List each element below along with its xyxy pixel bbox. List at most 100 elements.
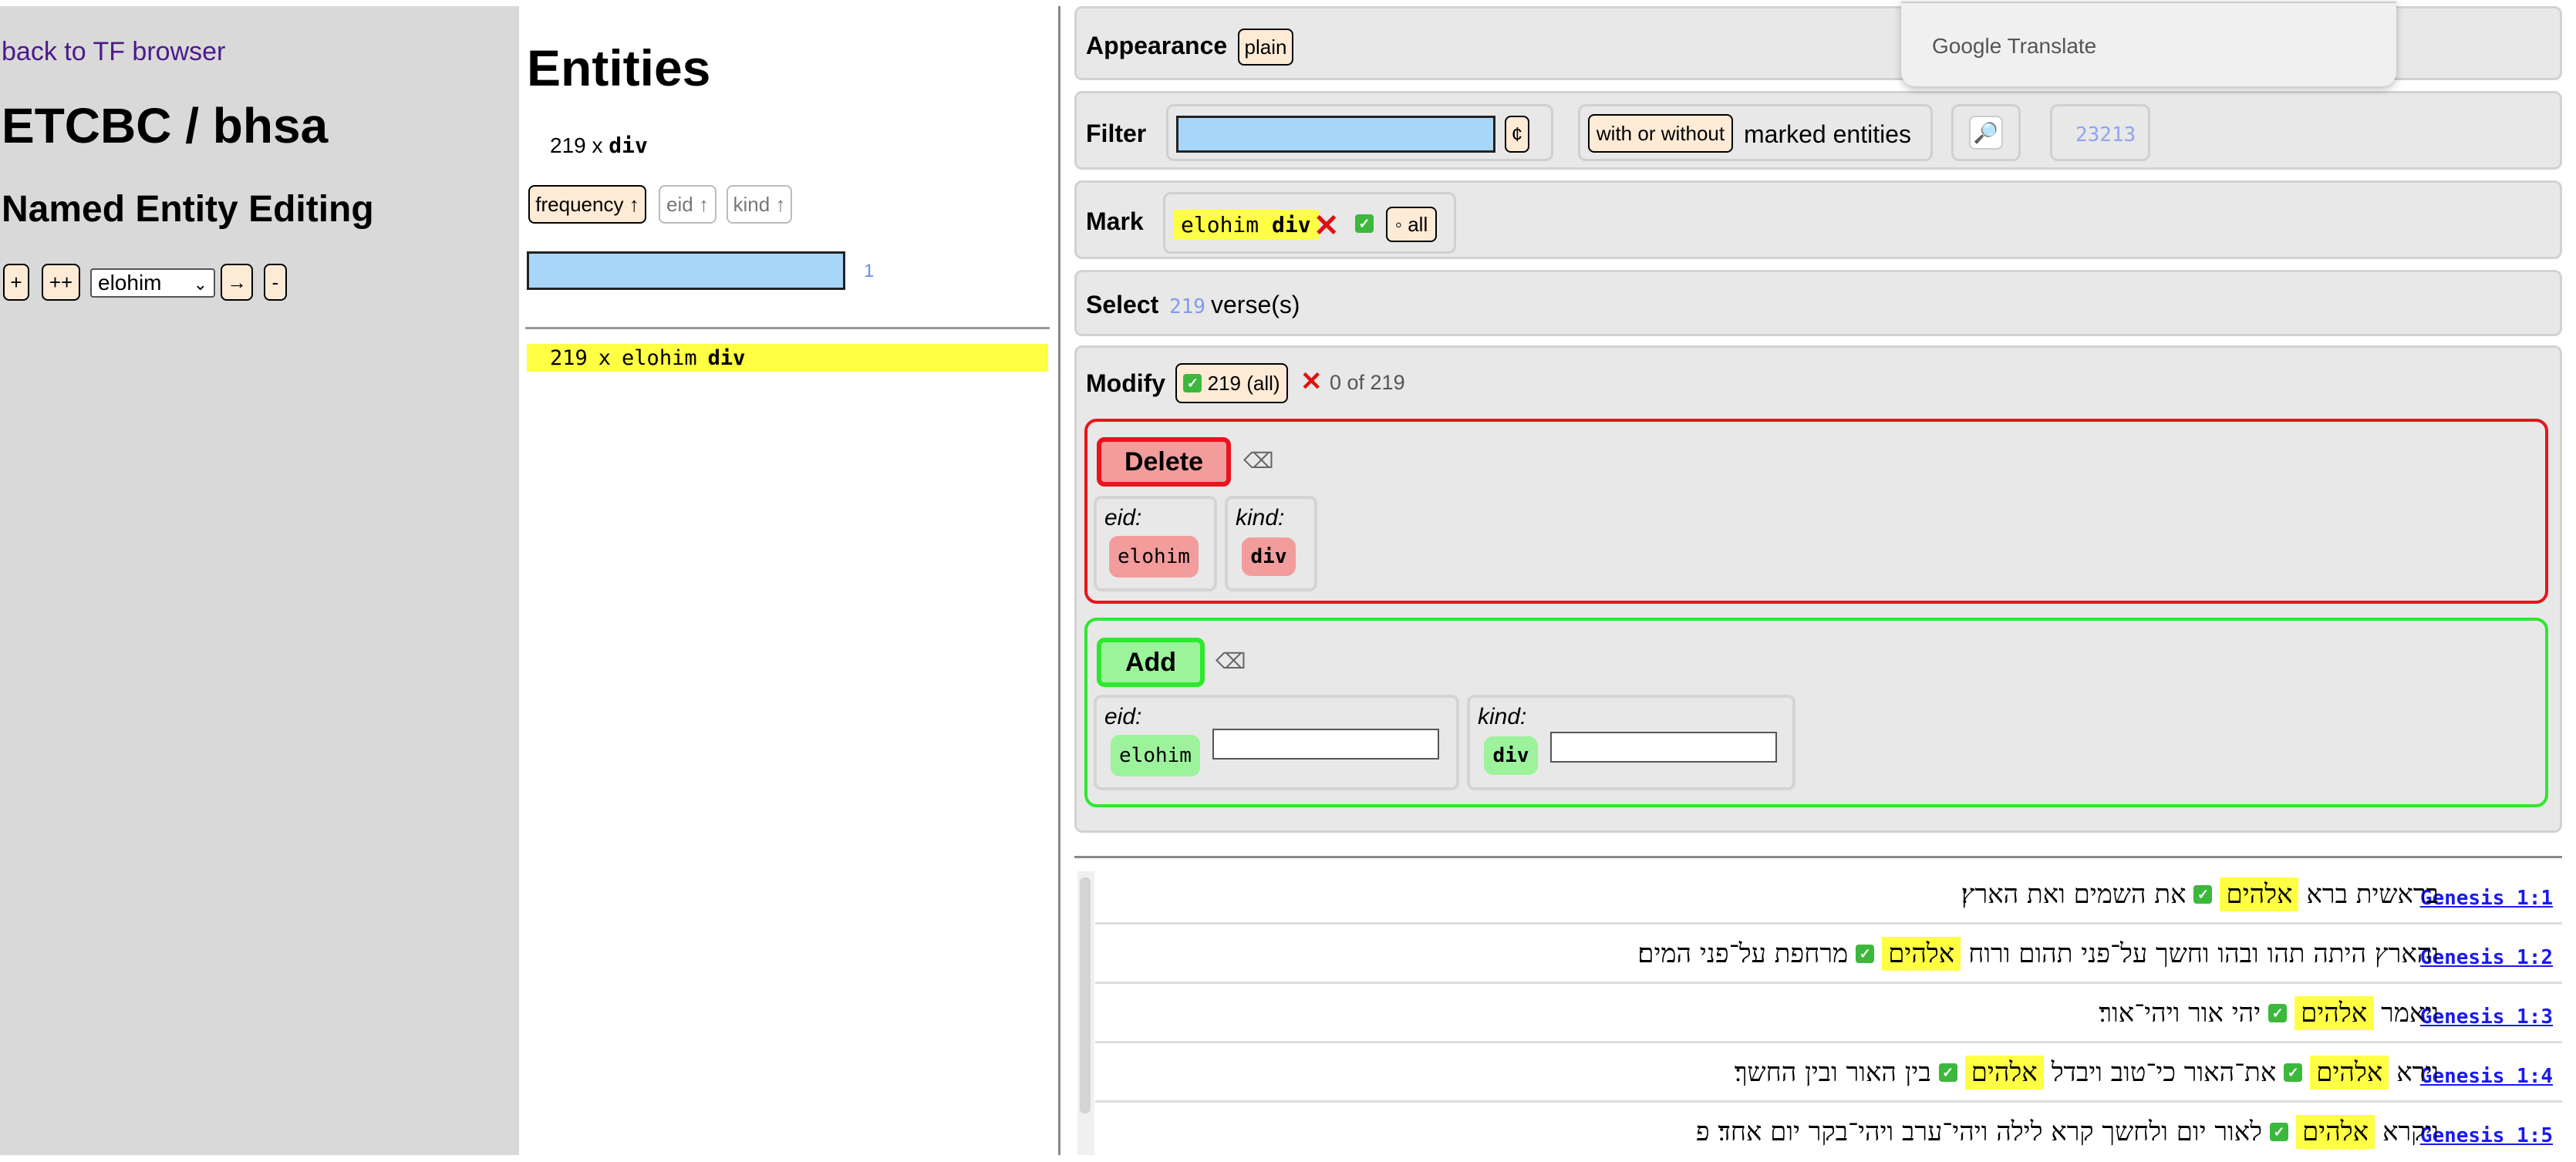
checkbox-checked-icon[interactable]: ✓: [2270, 1123, 2289, 1141]
modify-all-button[interactable]: ✓ 219 (all): [1175, 363, 1288, 403]
entity-highlight[interactable]: אלהים: [1882, 937, 1961, 971]
verse-row: Genesis 1:5 ויקרא אלהים ✓ לאור יום ולחשך…: [1095, 1104, 2562, 1162]
sort-eid-button[interactable]: eid ↑: [659, 185, 716, 224]
checkbox-checked-icon[interactable]: ✓: [2284, 1063, 2303, 1082]
add-eid-tag[interactable]: elohim: [1111, 735, 1200, 776]
delete-kind-tag[interactable]: div: [1242, 537, 1296, 576]
checkbox-checked-icon[interactable]: ✓: [2193, 885, 2213, 904]
plus-plus-button[interactable]: ++: [42, 264, 80, 301]
clear-icon[interactable]: ⌫: [1243, 448, 1274, 473]
verse-text: וירא אלהים ✓ את־האור כי־טוב ויבדל אלהים …: [1735, 1056, 2439, 1090]
filter-input[interactable]: [1176, 116, 1495, 153]
summary-count: 219: [550, 133, 586, 157]
entity-highlight[interactable]: אלהים: [2294, 996, 2374, 1030]
delete-kind-label: kind:: [1236, 505, 1285, 530]
delete-eid-label: eid:: [1104, 505, 1142, 530]
delete-button[interactable]: Delete: [1097, 437, 1231, 487]
unmark-x-icon[interactable]: ✕: [1313, 208, 1340, 244]
entity-highlight[interactable]: אלהים: [2220, 877, 2299, 911]
filter-label: Filter: [1086, 120, 1147, 147]
cent-button[interactable]: ¢: [1505, 116, 1529, 153]
back-to-tf-browser-link[interactable]: back to TF browser: [2, 37, 225, 67]
mark-entity-chip[interactable]: elohim div: [1173, 210, 1319, 239]
add-eid-label: eid:: [1104, 704, 1142, 729]
entity-eid: elohim: [622, 345, 697, 370]
minus-button[interactable]: -: [264, 264, 287, 301]
clear-icon[interactable]: ⌫: [1216, 648, 1246, 674]
entity-select-value: elohim: [98, 271, 162, 295]
entities-title: Entities: [527, 39, 711, 96]
modify-row: Modify ✓ 219 (all) ✕ 0 of 219 Delete ⌫ e…: [1074, 345, 2562, 833]
verse-text: ויאמר אלהים ✓ יהי אור ויהי־אור׃: [2099, 996, 2439, 1030]
verse-ref-link[interactable]: Genesis 1:5: [2420, 1124, 2553, 1147]
column-divider[interactable]: [1058, 6, 1060, 1155]
verse-text: בראשית ברא אלהים ✓ את השמים ואת הארץ׃: [1961, 877, 2439, 911]
verse-row: Genesis 1:1 בראשית ברא אלהים ✓ את השמים …: [1095, 867, 2562, 925]
entities-panel: Entities 219 x div frequency ↑ eid ↑ kin…: [519, 0, 1059, 1155]
verse-ref-link[interactable]: Genesis 1:3: [2420, 1005, 2553, 1029]
mark-frame: elohim div ✕ ✓ ◦ all: [1163, 192, 1456, 254]
verse-ref-link[interactable]: Genesis 1:4: [2420, 1065, 2553, 1088]
add-eid-field: eid: elohim: [1094, 695, 1459, 790]
add-kind-tag[interactable]: div: [1484, 736, 1538, 775]
chevron-down-icon: ⌄: [193, 275, 207, 294]
verse-ref-link[interactable]: Genesis 1:2: [2420, 946, 2553, 969]
mark-all-button[interactable]: ◦ all: [1386, 207, 1437, 242]
add-kind-field: kind: div: [1467, 695, 1795, 790]
delete-eid-tag[interactable]: elohim: [1109, 536, 1199, 578]
modify-none-label: 0 of 219: [1330, 371, 1405, 394]
entities-summary: 219 x div: [550, 133, 648, 158]
verse-text-after: את־האור כי־טוב ויבדל: [2051, 1057, 2277, 1088]
checkbox-checked-icon[interactable]: ✓: [1856, 945, 1875, 963]
appearance-plain-button[interactable]: plain: [1238, 29, 1293, 66]
entity-highlight[interactable]: אלהים: [2310, 1056, 2389, 1090]
mark-eid: elohim: [1181, 211, 1259, 237]
filter-count-frame: 23213: [2050, 104, 2150, 161]
mark-label: Mark: [1086, 207, 1144, 235]
entity-highlight[interactable]: אלהים: [2296, 1115, 2375, 1149]
add-button[interactable]: Add: [1097, 638, 1205, 687]
modify-all-label: 219 (all): [1207, 371, 1280, 395]
x-icon[interactable]: ✕: [1300, 366, 1323, 397]
verse-text-before: והארץ היתה תהו ובהו וחשך על־פני תהום ורו…: [1968, 938, 2439, 969]
google-translate-popup: Google Translate: [1901, 0, 2396, 86]
entity-kind: div: [707, 345, 746, 370]
search-frame: 🔎: [1951, 104, 2021, 161]
search-icon[interactable]: 🔎: [1969, 116, 2003, 150]
entity-count: 219: [550, 345, 588, 370]
summary-kind: div: [609, 133, 648, 158]
verse-text-before: ויקרא: [2382, 1117, 2439, 1147]
app-title: ETCBC / bhsa: [2, 98, 329, 153]
delete-eid-field: eid: elohim: [1094, 496, 1217, 591]
checkbox-checked-icon[interactable]: ✓: [1938, 1063, 1957, 1082]
sort-frequency-button[interactable]: frequency ↑: [528, 185, 646, 224]
verse-row: Genesis 1:2 והארץ היתה תהו ובהו וחשך על־…: [1095, 926, 2562, 984]
add-kind-input[interactable]: [1550, 732, 1777, 763]
verse-text: והארץ היתה תהו ובהו וחשך על־פני תהום ורו…: [1637, 937, 2439, 971]
divider: [1901, 2, 2396, 3]
scrollbar-thumb[interactable]: [1080, 877, 1091, 1113]
select-count: 219: [1169, 295, 1205, 318]
verse-row: Genesis 1:3 ויאמר אלהים ✓ יהי אור ויהי־א…: [1095, 985, 2562, 1043]
appearance-label: Appearance: [1086, 32, 1228, 59]
left-sidebar: back to TF browser ETCBC / bhsa Named En…: [0, 6, 519, 1155]
checkbox-checked-icon[interactable]: ✓: [2268, 1004, 2288, 1022]
summary-x: x: [592, 133, 603, 157]
entity-select[interactable]: elohim ⌄: [90, 268, 215, 298]
mark-row: Mark elohim div ✕ ✓ ◦ all: [1074, 180, 2562, 259]
verse-text: ויקרא אלהים ✓ לאור יום ולחשך קרא לילה וי…: [1696, 1115, 2439, 1149]
plus-button[interactable]: +: [3, 264, 29, 301]
arrow-right-button[interactable]: →: [221, 264, 253, 301]
sort-kind-button[interactable]: kind ↑: [727, 185, 792, 224]
verse-ref-link[interactable]: Genesis 1:1: [2420, 887, 2553, 910]
add-eid-input[interactable]: [1212, 729, 1439, 760]
entity-highlight[interactable]: אלהים: [1964, 1056, 2044, 1090]
with-or-without-button[interactable]: with or without: [1588, 114, 1733, 153]
entity-filter-input[interactable]: [527, 251, 845, 290]
verse-row: Genesis 1:4 וירא אלהים ✓ את־האור כי־טוב …: [1095, 1045, 2562, 1103]
app-subtitle: Named Entity Editing: [2, 189, 374, 230]
entity-list-item[interactable]: 219 x elohim div: [527, 344, 1048, 372]
checkbox-checked-icon[interactable]: ✓: [1355, 214, 1374, 233]
add-box: Add ⌫ eid: elohim kind: div: [1084, 618, 2548, 807]
filter-input-frame: ¢: [1166, 104, 1553, 161]
